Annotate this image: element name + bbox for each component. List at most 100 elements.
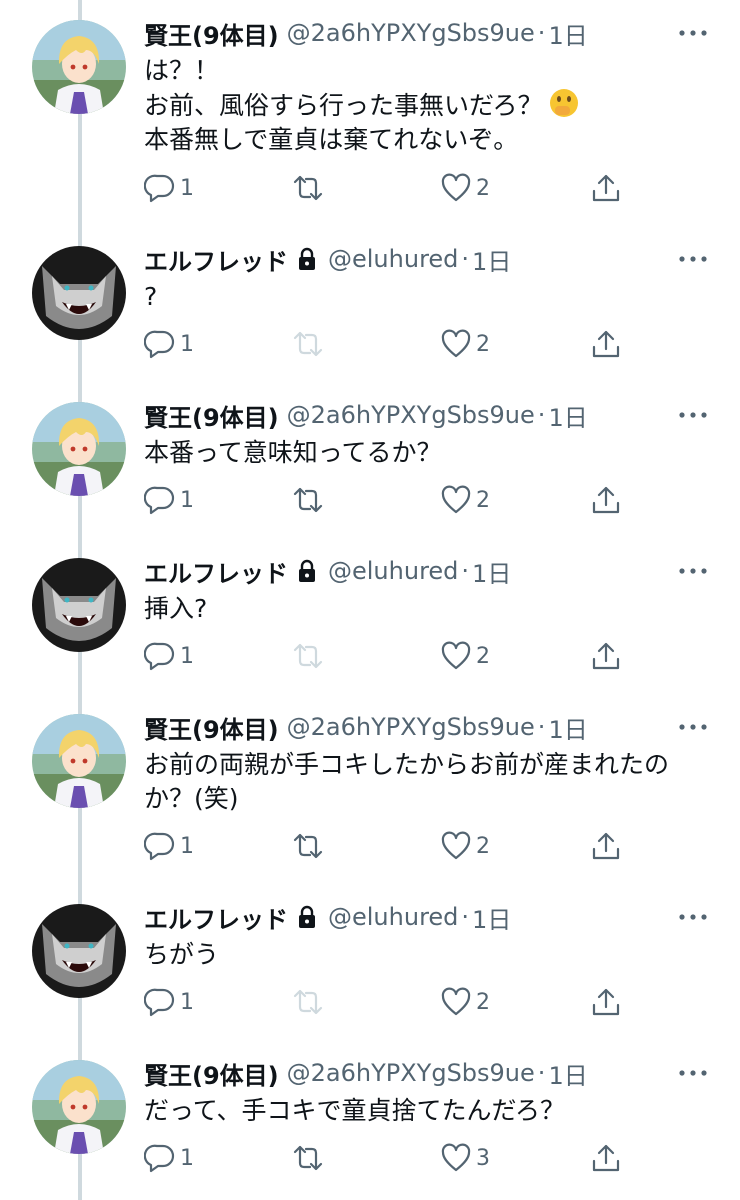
more-icon[interactable] xyxy=(678,410,708,420)
retweet-icon xyxy=(293,331,323,357)
heart-icon xyxy=(441,987,471,1016)
retweet-icon xyxy=(293,989,323,1015)
author-handle[interactable]: @2a6hYPXYgSbs9ue xyxy=(287,713,535,741)
tweet-text-line: ? xyxy=(144,282,158,311)
tweet-text-line: は？！ xyxy=(144,56,220,85)
action-bar: 1 2 xyxy=(144,326,644,362)
more-icon[interactable] xyxy=(678,1068,708,1078)
like-count: 2 xyxy=(476,989,490,1015)
reply-icon xyxy=(144,174,175,203)
author-name[interactable]: エルフレッド xyxy=(144,242,288,277)
separator: · xyxy=(537,19,546,47)
author-name[interactable]: エルフレッド xyxy=(144,554,288,589)
like-count: 2 xyxy=(476,487,490,513)
share-icon xyxy=(592,988,620,1016)
avatar-blond-anime-boy[interactable] xyxy=(32,714,126,808)
share-icon xyxy=(592,642,620,670)
action-bar: 1 2 xyxy=(144,482,644,518)
tweet-text-line: か？(笑) xyxy=(144,784,239,813)
reply-button[interactable]: 1 xyxy=(144,326,194,362)
avatar-blond-anime-boy[interactable] xyxy=(32,402,126,496)
author-name[interactable]: 賢王(9体目) xyxy=(144,1056,279,1091)
heart-icon xyxy=(441,1143,471,1172)
timestamp[interactable]: 1日 xyxy=(548,710,587,745)
tweet-text: 本番って意味知ってるか？ xyxy=(144,436,704,470)
retweet-icon xyxy=(293,643,323,669)
share-button[interactable] xyxy=(590,1140,622,1176)
tweet-header: 賢王(9体目) @2a6hYPXYgSbs9ue · 1日 xyxy=(144,710,588,744)
like-button[interactable]: 2 xyxy=(440,482,490,518)
author-name[interactable]: エルフレッド xyxy=(144,900,288,935)
reply-button[interactable]: 1 xyxy=(144,482,194,518)
retweet-icon xyxy=(293,175,323,201)
lock-icon xyxy=(299,559,315,582)
tweet-header: エルフレッド @eluhured · 1日 xyxy=(144,900,511,934)
share-button[interactable] xyxy=(590,984,622,1020)
share-icon xyxy=(592,330,620,358)
retweet-button[interactable] xyxy=(292,828,328,864)
timestamp[interactable]: 1日 xyxy=(548,1056,587,1091)
author-handle[interactable]: @eluhured xyxy=(328,557,458,585)
author-name[interactable]: 賢王(9体目) xyxy=(144,710,279,745)
avatar-grey-wolf[interactable] xyxy=(32,558,126,652)
avatar-grey-wolf[interactable] xyxy=(32,904,126,998)
reply-button[interactable]: 1 xyxy=(144,984,194,1020)
reply-button[interactable]: 1 xyxy=(144,1140,194,1176)
retweet-button[interactable] xyxy=(292,1140,328,1176)
reply-count: 1 xyxy=(180,643,194,669)
more-icon[interactable] xyxy=(678,254,708,264)
share-button[interactable] xyxy=(590,326,622,362)
tweet-header: 賢王(9体目) @2a6hYPXYgSbs9ue · 1日 xyxy=(144,16,588,50)
like-button[interactable]: 2 xyxy=(440,170,490,206)
tweet-text: だって、手コキで童貞捨てたんだろ？ xyxy=(144,1094,704,1128)
like-button[interactable]: 2 xyxy=(440,828,490,864)
retweet-icon xyxy=(293,1145,323,1171)
author-handle[interactable]: @eluhured xyxy=(328,903,458,931)
more-icon[interactable] xyxy=(678,912,708,922)
author-handle[interactable]: @eluhured xyxy=(328,245,458,273)
tweet-header: 賢王(9体目) @2a6hYPXYgSbs9ue · 1日 xyxy=(144,398,588,432)
reply-button[interactable]: 1 xyxy=(144,638,194,674)
avatar-blond-anime-boy[interactable] xyxy=(32,20,126,114)
share-icon xyxy=(592,174,620,202)
timestamp[interactable]: 1日 xyxy=(548,16,587,51)
like-button[interactable]: 3 xyxy=(440,1140,490,1176)
author-handle[interactable]: @2a6hYPXYgSbs9ue xyxy=(287,401,535,429)
share-button[interactable] xyxy=(590,828,622,864)
heart-icon xyxy=(441,329,471,358)
timestamp[interactable]: 1日 xyxy=(548,398,587,433)
author-name[interactable]: 賢王(9体目) xyxy=(144,398,279,433)
timestamp[interactable]: 1日 xyxy=(472,242,511,277)
separator: · xyxy=(537,1059,546,1087)
reply-icon xyxy=(144,486,175,515)
like-button[interactable]: 2 xyxy=(440,984,490,1020)
reply-count: 1 xyxy=(180,833,194,859)
retweet-button xyxy=(292,638,328,674)
action-bar: 1 2 xyxy=(144,828,644,864)
timestamp[interactable]: 1日 xyxy=(472,554,511,589)
reply-button[interactable]: 1 xyxy=(144,828,194,864)
like-button[interactable]: 2 xyxy=(440,638,490,674)
retweet-button[interactable] xyxy=(292,170,328,206)
more-icon[interactable] xyxy=(678,722,708,732)
share-icon xyxy=(592,486,620,514)
retweet-button[interactable] xyxy=(292,482,328,518)
share-button[interactable] xyxy=(590,170,622,206)
reply-count: 1 xyxy=(180,175,194,201)
reply-button[interactable]: 1 xyxy=(144,170,194,206)
share-button[interactable] xyxy=(590,482,622,518)
more-icon[interactable] xyxy=(678,28,708,38)
timestamp[interactable]: 1日 xyxy=(472,900,511,935)
like-count: 3 xyxy=(476,1145,490,1171)
avatar-blond-anime-boy[interactable] xyxy=(32,1060,126,1154)
retweet-icon xyxy=(293,833,323,859)
reply-count: 1 xyxy=(180,487,194,513)
share-button[interactable] xyxy=(590,638,622,674)
action-bar: 1 2 xyxy=(144,170,644,206)
author-handle[interactable]: @2a6hYPXYgSbs9ue xyxy=(287,1059,535,1087)
more-icon[interactable] xyxy=(678,566,708,576)
avatar-grey-wolf[interactable] xyxy=(32,246,126,340)
author-handle[interactable]: @2a6hYPXYgSbs9ue xyxy=(287,19,535,47)
like-button[interactable]: 2 xyxy=(440,326,490,362)
author-name[interactable]: 賢王(9体目) xyxy=(144,16,279,51)
